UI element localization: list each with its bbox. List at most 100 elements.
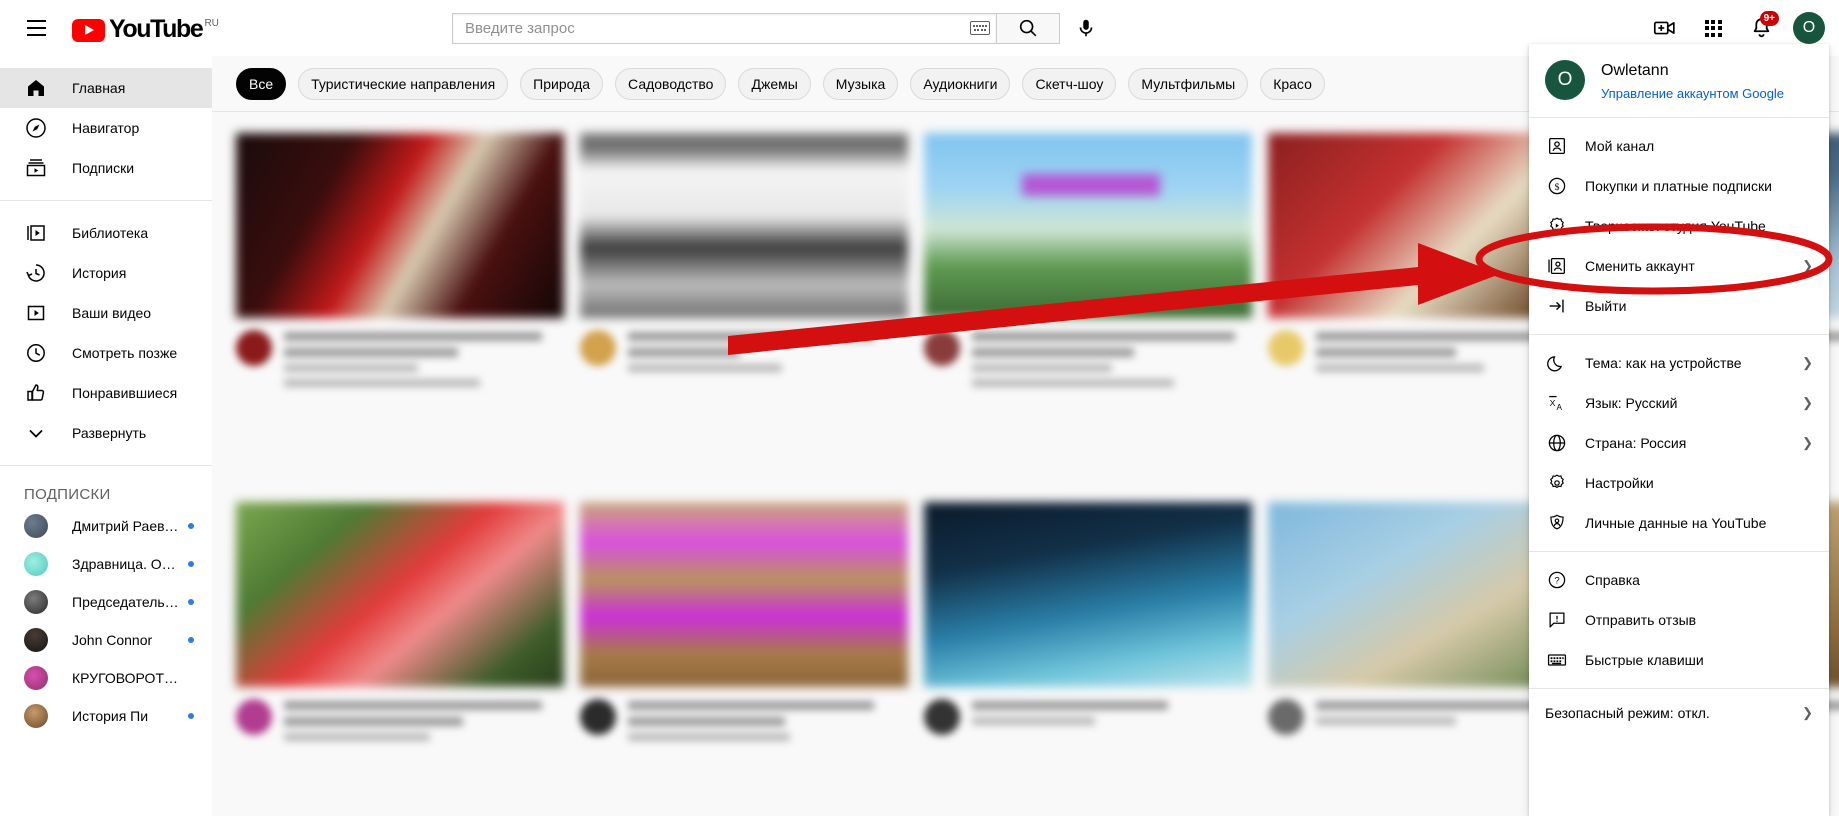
account-menu-group-2: Тема: как на устройстве ❯ X A Язык: Русс… (1529, 335, 1829, 551)
keyboard-icon (1545, 648, 1569, 672)
video-thumbnail[interactable] (924, 502, 1252, 687)
sidebar-item-explore[interactable]: Навигатор (0, 108, 212, 148)
subscription-item[interactable]: John Connor (0, 621, 212, 659)
chevron-right-icon: ❯ (1802, 395, 1813, 410)
avatar (580, 699, 616, 735)
subscription-name: КРУГОВОРОТ_ДАЧ… (72, 670, 182, 686)
menu-item-location-country[interactable]: Страна: Россия ❯ (1529, 423, 1829, 463)
account-header: O Owletann Управление аккаунтом Google (1529, 44, 1829, 117)
account-avatar-button[interactable]: O (1793, 12, 1825, 44)
notification-count-badge: 9+ (1759, 11, 1779, 26)
menu-item-label: Справка (1585, 572, 1640, 588)
search-input[interactable] (465, 19, 970, 37)
chip-nature[interactable]: Природа (520, 67, 604, 100)
subscription-name: Председатель СНТ (72, 594, 182, 610)
video-thumbnail[interactable] (924, 133, 1252, 318)
switch-account-icon (1545, 254, 1569, 278)
sidebar-item-subscriptions-label: Подписки (72, 160, 135, 176)
subscription-item[interactable]: Дмитрий Раевск… (0, 507, 212, 545)
youtube-play-icon (72, 18, 105, 42)
video-card[interactable] (924, 502, 1252, 816)
voice-search-button[interactable] (1066, 8, 1106, 48)
shield-person-icon (1545, 511, 1569, 535)
youtube-apps-button[interactable] (1693, 8, 1733, 48)
avatar (236, 699, 272, 735)
menu-item-youtube-studio[interactable]: Творческая студия YouTube (1529, 206, 1829, 246)
menu-item-help[interactable]: ? Справка (1529, 560, 1829, 600)
avatar (24, 552, 48, 576)
menu-item-appearance-theme[interactable]: Тема: как на устройстве ❯ (1529, 343, 1829, 383)
sidebar-item-subscriptions[interactable]: Подписки (0, 148, 212, 188)
sidebar-item-home[interactable]: Главная (0, 68, 212, 108)
search-box[interactable] (452, 12, 996, 44)
video-thumbnail[interactable] (236, 133, 564, 318)
menu-item-label: Отправить отзыв (1585, 612, 1697, 628)
chevron-right-icon: ❯ (1802, 435, 1813, 450)
chip-sketch-show[interactable]: Скетч-шоу (1022, 67, 1117, 100)
manage-google-account-link[interactable]: Управление аккаунтом Google (1601, 86, 1784, 101)
menu-item-settings[interactable]: Настройки (1529, 463, 1829, 503)
sidebar-item-your-videos-label: Ваши видео (72, 305, 152, 321)
chip-gardening[interactable]: Садоводство (615, 67, 727, 100)
chip-beauty[interactable]: Красо (1260, 67, 1325, 100)
video-card[interactable] (924, 133, 1252, 462)
search-button[interactable] (996, 12, 1060, 44)
sidebar-item-watch-later[interactable]: Смотреть позже (0, 333, 212, 373)
subscription-item[interactable]: История Пи (0, 697, 212, 735)
video-thumbnail[interactable] (236, 502, 564, 687)
search-icon (1019, 19, 1037, 37)
video-metadata (924, 699, 1252, 735)
new-content-dot (188, 599, 194, 605)
menu-item-my-channel[interactable]: Мой канал (1529, 126, 1829, 166)
subscription-item[interactable]: Здравница. Осно… (0, 545, 212, 583)
hamburger-menu-icon[interactable] (16, 8, 56, 48)
sidebar-item-your-videos[interactable]: Ваши видео (0, 293, 212, 333)
video-card[interactable] (236, 502, 564, 816)
video-card[interactable] (580, 502, 908, 816)
subscriptions-icon (24, 156, 48, 180)
chip-cartoons[interactable]: Мультфильмы (1128, 67, 1249, 100)
menu-item-language[interactable]: X A Язык: Русский ❯ (1529, 383, 1829, 423)
chip-audiobooks[interactable]: Аудиокниги (910, 67, 1011, 100)
library-icon (24, 221, 48, 245)
svg-text:?: ? (1554, 576, 1559, 587)
menu-item-keyboard-shortcuts[interactable]: Быстрые клавиши (1529, 640, 1829, 680)
video-metadata (924, 330, 1252, 394)
chip-music[interactable]: Музыка (822, 67, 899, 100)
chip-travel-destinations[interactable]: Туристические направления (298, 67, 509, 100)
video-card[interactable] (580, 133, 908, 462)
sidebar-divider-1 (0, 200, 212, 201)
video-card[interactable] (236, 133, 564, 462)
video-thumbnail[interactable] (580, 133, 908, 318)
sidebar-item-library[interactable]: Библиотека (0, 213, 212, 253)
menu-item-switch-account[interactable]: Сменить аккаунт ❯ (1529, 246, 1829, 286)
create-video-button[interactable] (1645, 8, 1685, 48)
sidebar-item-liked-videos[interactable]: Понравившиеся (0, 373, 212, 413)
menu-item-your-data-in-youtube[interactable]: Личные данные на YouTube (1529, 503, 1829, 543)
video-thumbnail[interactable] (580, 502, 908, 687)
sidebar-item-history[interactable]: История (0, 253, 212, 293)
subscription-item[interactable]: Председатель СНТ (0, 583, 212, 621)
avatar (1268, 330, 1304, 366)
menu-item-label: Быстрые клавиши (1585, 652, 1704, 668)
subscription-name: Дмитрий Раевск… (72, 518, 182, 534)
menu-item-send-feedback[interactable]: Отправить отзыв (1529, 600, 1829, 640)
clock-icon (24, 341, 48, 365)
menu-item-purchases-and-memberships[interactable]: $ Покупки и платные подписки (1529, 166, 1829, 206)
menu-item-sign-out[interactable]: Выйти (1529, 286, 1829, 326)
question-circle-icon: ? (1545, 568, 1569, 592)
sidebar-item-explore-label: Навигатор (72, 120, 140, 136)
search-area (452, 8, 1106, 48)
chip-all[interactable]: Все (236, 67, 287, 100)
account-menu-group-1: Мой канал $ Покупки и платные подписки Т… (1529, 118, 1829, 334)
chip-jams[interactable]: Джемы (738, 67, 811, 100)
avatar (236, 330, 272, 366)
youtube-logo[interactable]: YouTube RU (72, 15, 219, 42)
subscription-item[interactable]: КРУГОВОРОТ_ДАЧ… (0, 659, 212, 697)
menu-item-label: Настройки (1585, 475, 1654, 491)
sidebar-item-show-more[interactable]: Развернуть (0, 413, 212, 453)
keyboard-icon[interactable] (970, 21, 990, 35)
new-content-dot (188, 523, 194, 529)
notifications-button[interactable]: 9+ (1741, 8, 1781, 48)
menu-item-restricted-mode[interactable]: Безопасный режим: откл. ❯ (1529, 689, 1829, 737)
